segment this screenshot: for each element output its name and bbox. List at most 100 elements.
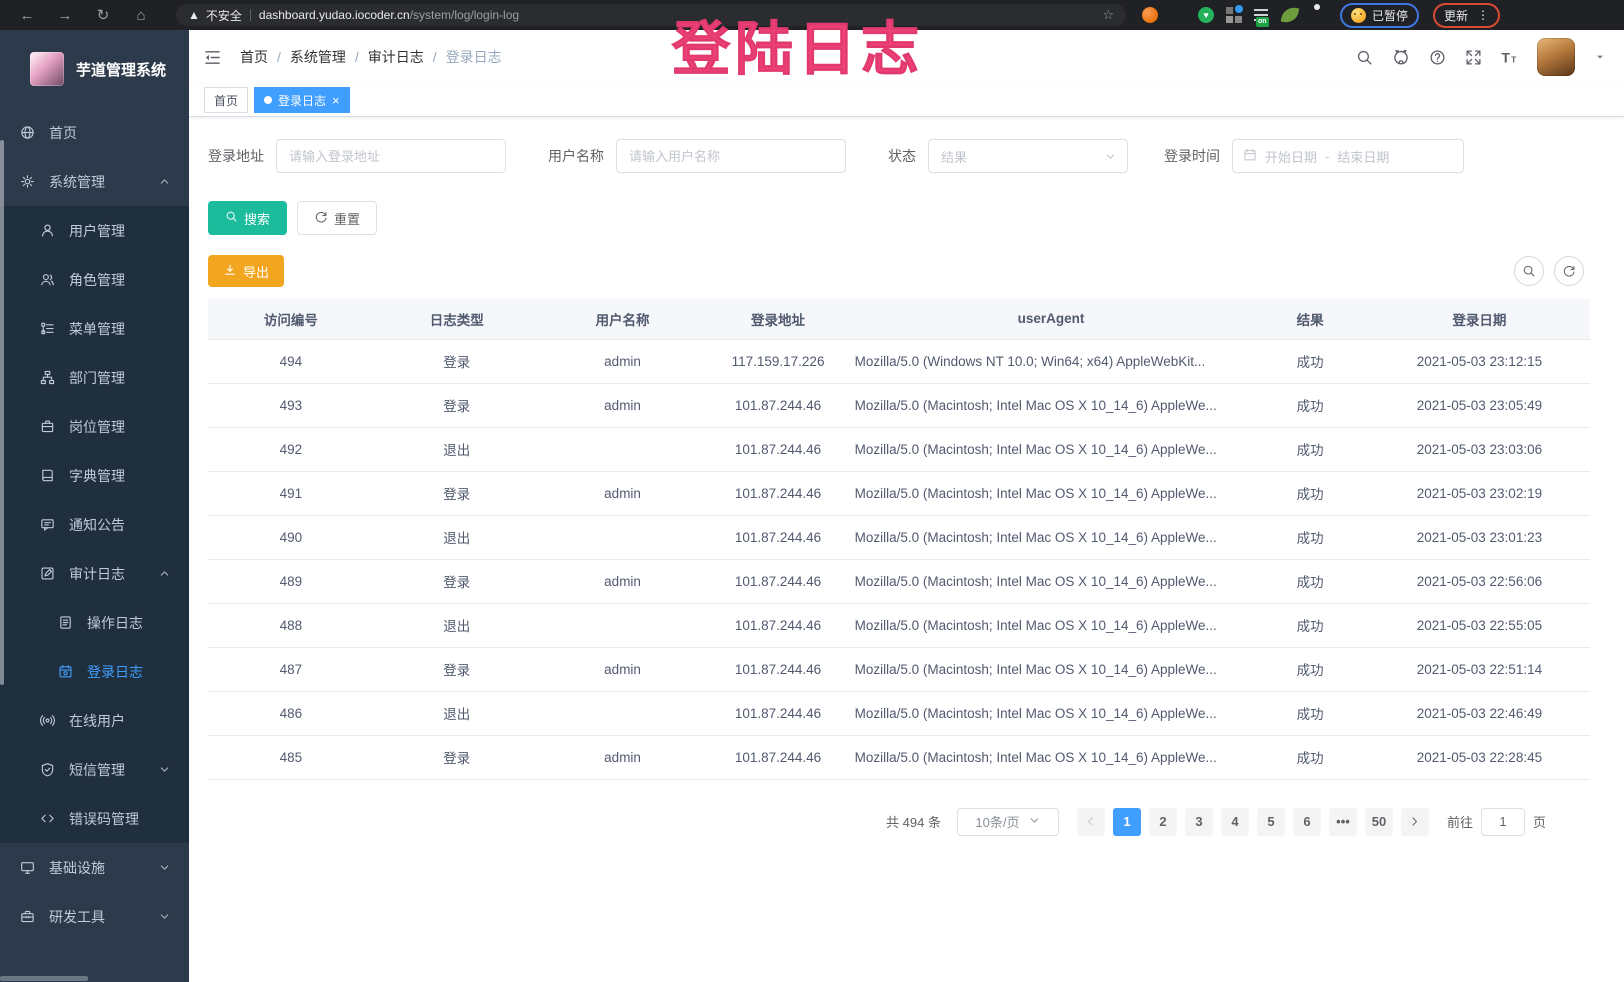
cell-result: 成功: [1251, 647, 1368, 691]
user-avatar[interactable]: [1537, 38, 1575, 76]
goto-page-input[interactable]: [1481, 808, 1525, 836]
app-logo-image: [30, 52, 64, 86]
reset-button[interactable]: 重置: [297, 201, 377, 235]
browser-update-button[interactable]: 更新 ⋮: [1433, 3, 1500, 28]
forward-icon[interactable]: →: [56, 7, 74, 24]
cell-log-type: 登录: [374, 647, 540, 691]
page-button-3[interactable]: 3: [1185, 808, 1213, 836]
bookmark-star-icon[interactable]: ☆: [1102, 7, 1114, 23]
refresh-table-button[interactable]: [1554, 256, 1584, 286]
sidebar-item-dev-tools[interactable]: 研发工具: [0, 892, 189, 941]
next-page-button[interactable]: [1401, 808, 1429, 836]
close-icon[interactable]: ×: [332, 94, 340, 107]
sidebar-scrollbar-horizontal[interactable]: [0, 976, 88, 981]
hamburger-icon[interactable]: [203, 48, 222, 67]
document-icon: [57, 615, 73, 631]
sidebar-item-online-user[interactable]: 在线用户: [0, 696, 189, 745]
reload-icon[interactable]: ↻: [94, 6, 112, 24]
search-icon[interactable]: [1356, 49, 1373, 66]
cell-log-type: 退出: [374, 603, 540, 647]
sidebar-item-home[interactable]: 首页: [0, 108, 189, 157]
sidebar-item-dict[interactable]: 字典管理: [0, 451, 189, 500]
prev-page-button[interactable]: [1077, 808, 1105, 836]
cell-username: admin: [540, 647, 706, 691]
cell-user-agent: Mozilla/5.0 (Macintosh; Intel Mac OS X 1…: [851, 691, 1252, 735]
update-label: 更新: [1444, 7, 1468, 24]
export-button[interactable]: 导出: [208, 255, 284, 287]
sidebar-item-label: 用户管理: [69, 221, 125, 241]
page-button-5[interactable]: 5: [1257, 808, 1285, 836]
sidebar-item-login-log[interactable]: 登录日志: [0, 647, 189, 696]
site-security-chip[interactable]: ▲ 不安全: [188, 7, 242, 24]
sidebar-item-dept[interactable]: 部门管理: [0, 353, 189, 402]
sidebar-scrollbar-vertical[interactable]: [0, 140, 4, 685]
chevron-down-icon: [158, 763, 171, 776]
tab-首页[interactable]: 首页: [204, 87, 248, 113]
green-sprout-extension-icon[interactable]: [1281, 6, 1300, 25]
pagination-ellipsis[interactable]: •••: [1329, 808, 1357, 836]
sidebar-item-system[interactable]: 系统管理: [0, 157, 189, 206]
page-button-1[interactable]: 1: [1113, 808, 1141, 836]
tree-table-icon: [39, 321, 55, 337]
browser-menu-icon[interactable]: ⋮: [1477, 10, 1489, 20]
breadcrumb-item[interactable]: 审计日志: [368, 47, 424, 67]
cell-login-date: 2021-05-03 23:02:19: [1369, 471, 1590, 515]
page-button-2[interactable]: 2: [1149, 808, 1177, 836]
sidebar-item-label: 研发工具: [49, 907, 105, 927]
sidebar-item-infra[interactable]: 基础设施: [0, 843, 189, 892]
tab-登录日志[interactable]: 登录日志×: [254, 87, 350, 113]
breadcrumb-item[interactable]: 首页: [240, 47, 268, 67]
caret-down-icon[interactable]: [1594, 51, 1606, 63]
cell-log-type: 退出: [374, 427, 540, 471]
cell-access-id: 492: [208, 427, 374, 471]
sidebar-item-sms[interactable]: 短信管理: [0, 745, 189, 794]
pagination-total: 共 494 条: [886, 812, 941, 831]
url-bar[interactable]: ▲ 不安全 dashboard.yudao.iocoder.cn/system/…: [176, 4, 1126, 26]
green-heart-extension-icon[interactable]: ♥: [1198, 7, 1214, 23]
blue-gem-extension-icon[interactable]: [1170, 7, 1186, 23]
cell-login-address: 101.87.244.46: [705, 735, 850, 779]
cell-user-agent: Mozilla/5.0 (Macintosh; Intel Mac OS X 1…: [851, 603, 1252, 647]
sidebar-item-error-code[interactable]: 错误码管理: [0, 794, 189, 843]
sidebar-item-role[interactable]: 角色管理: [0, 255, 189, 304]
login-address-input[interactable]: [276, 139, 506, 173]
cell-access-id: 493: [208, 383, 374, 427]
profile-paused-chip[interactable]: 已暂停: [1340, 3, 1419, 28]
page-button-6[interactable]: 6: [1293, 808, 1321, 836]
extensions-puzzle-icon[interactable]: [1310, 7, 1326, 23]
sidebar-item-operate-log[interactable]: 操作日志: [0, 598, 189, 647]
font-size-icon[interactable]: TT: [1501, 49, 1518, 66]
page-button-4[interactable]: 4: [1221, 808, 1249, 836]
cell-username: [540, 691, 706, 735]
status-select[interactable]: 结果: [928, 139, 1128, 173]
back-icon[interactable]: ←: [18, 7, 36, 24]
app-logo-row[interactable]: 芋道管理系统: [0, 30, 189, 108]
username-input[interactable]: [616, 139, 846, 173]
cell-log-type: 退出: [374, 515, 540, 559]
github-icon[interactable]: [1392, 48, 1410, 66]
help-icon[interactable]: [1429, 49, 1446, 66]
table-toolbar: 导出: [208, 255, 1590, 287]
hide-search-button[interactable]: [1514, 256, 1544, 286]
home-icon[interactable]: ⌂: [132, 7, 150, 24]
search-button[interactable]: 搜索: [208, 201, 287, 235]
cell-result: 成功: [1251, 735, 1368, 779]
column-header: 结果: [1251, 299, 1368, 339]
grid-extension-icon[interactable]: [1226, 7, 1242, 23]
sidebar-item-user[interactable]: 用户管理: [0, 206, 189, 255]
sidebar-item-audit-log[interactable]: 审计日志: [0, 549, 189, 598]
fullscreen-icon[interactable]: [1465, 49, 1482, 66]
orange-extension-icon[interactable]: [1142, 7, 1158, 23]
security-label: 不安全: [206, 7, 242, 24]
sidebar-item-menu[interactable]: 菜单管理: [0, 304, 189, 353]
sidebar-item-post[interactable]: 岗位管理: [0, 402, 189, 451]
cell-login-date: 2021-05-03 23:03:06: [1369, 427, 1590, 471]
browser-nav-controls: ← → ↻ ⌂: [10, 6, 150, 24]
sidebar-item-notice[interactable]: 通知公告: [0, 500, 189, 549]
switch-on-extension-icon[interactable]: on: [1254, 7, 1270, 23]
cell-login-date: 2021-05-03 23:01:23: [1369, 515, 1590, 559]
page-button-50[interactable]: 50: [1365, 808, 1393, 836]
page-size-select[interactable]: 10条/页: [957, 808, 1059, 836]
date-range-picker[interactable]: 开始日期 - 结束日期: [1232, 139, 1464, 173]
breadcrumb-item[interactable]: 系统管理: [290, 47, 346, 67]
